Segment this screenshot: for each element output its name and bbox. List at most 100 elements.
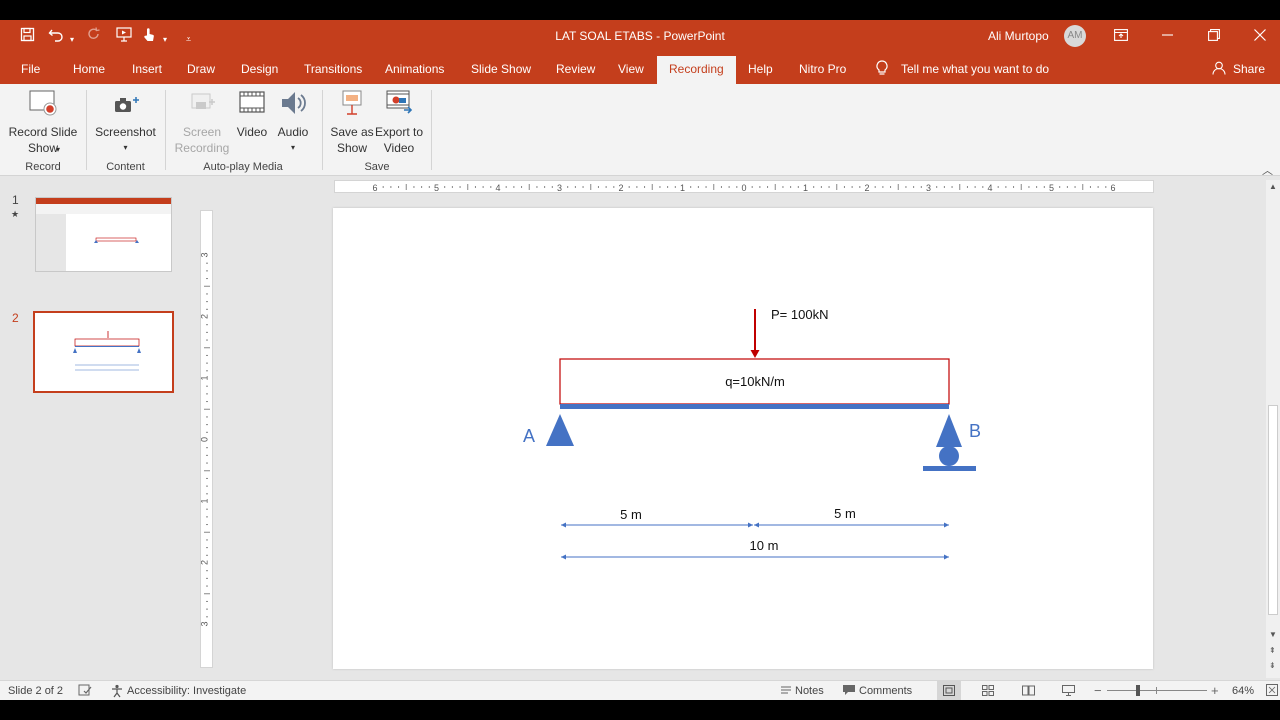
tab-review[interactable]: Review — [556, 62, 595, 76]
screen-recording-button[interactable]: Screen Recording — [172, 88, 232, 156]
accessibility-status[interactable]: Accessibility: Investigate — [127, 685, 246, 697]
share-button[interactable]: Share — [1233, 62, 1265, 76]
person-icon[interactable] — [1212, 61, 1226, 78]
user-name[interactable]: Ali Murtopo — [988, 29, 1049, 43]
scroll-down-icon[interactable]: ▼ — [1269, 630, 1277, 639]
video-button[interactable]: Video — [234, 88, 270, 140]
ruler-label: 0 — [741, 183, 746, 193]
ruler-tick — [206, 508, 208, 510]
tab-insert[interactable]: Insert — [132, 62, 162, 76]
ribbon-display-options-icon[interactable] — [1114, 28, 1128, 44]
ruler-tick — [206, 577, 208, 579]
slide-sorter-icon[interactable] — [982, 685, 994, 699]
tab-home[interactable]: Home — [73, 62, 105, 76]
tab-animations[interactable]: Animations — [385, 62, 444, 76]
ruler-tick — [382, 186, 384, 188]
tab-transitions[interactable]: Transitions — [304, 62, 362, 76]
tab-slide-show[interactable]: Slide Show — [471, 62, 531, 76]
ruler-tick — [651, 184, 653, 190]
ruler-tick — [428, 186, 430, 188]
avatar[interactable]: AM — [1064, 25, 1086, 47]
previous-slide-icon[interactable]: ⇞ — [1269, 646, 1276, 655]
ruler-tick — [843, 186, 845, 188]
next-slide-icon[interactable]: ⇟ — [1269, 661, 1276, 670]
ruler-label: 3 — [557, 183, 562, 193]
tab-nitro-pro[interactable]: Nitro Pro — [799, 62, 846, 76]
ruler-tick — [206, 485, 208, 487]
slide-canvas[interactable]: P= 100kN q=10kN/m A B 5 m 5 m 10 m — [333, 208, 1153, 669]
notes-button[interactable]: Notes — [795, 685, 824, 697]
zoom-in-button[interactable]: + — [1211, 683, 1219, 698]
ruler-label: 6 — [372, 183, 377, 193]
ruler-label: 3 — [926, 183, 931, 193]
tab-help[interactable]: Help — [748, 62, 773, 76]
ruler-tick — [790, 186, 792, 188]
vertical-scrollbar[interactable]: ▲ ▼ ⇞ ⇟ — [1266, 180, 1280, 678]
notes-icon[interactable] — [780, 684, 792, 699]
zoom-out-button[interactable]: − — [1094, 683, 1102, 698]
restore-icon[interactable] — [1208, 28, 1220, 44]
ruler-tick — [536, 186, 538, 188]
minimize-icon[interactable] — [1162, 28, 1173, 44]
tell-me-search[interactable]: Tell me what you want to do — [901, 62, 1049, 76]
ruler-tick — [997, 186, 999, 188]
ruler-tick — [697, 186, 699, 188]
zoom-slider-thumb[interactable] — [1136, 685, 1140, 696]
tab-draw[interactable]: Draw — [187, 62, 215, 76]
ruler-tick — [1082, 184, 1084, 190]
zoom-level[interactable]: 64% — [1232, 685, 1254, 697]
close-icon[interactable] — [1254, 28, 1266, 44]
slide-thumbnail-1[interactable] — [35, 197, 172, 272]
slide-2-preview — [35, 313, 172, 391]
ruler-tick — [820, 186, 822, 188]
horizontal-ruler[interactable]: 6 5 4 3 2 1 0 1 2 3 4 5 6 — [334, 180, 1154, 193]
ruler-tick — [1005, 186, 1007, 188]
roller-circle — [939, 446, 959, 466]
tab-design[interactable]: Design — [241, 62, 278, 76]
reading-view-icon[interactable] — [1022, 685, 1035, 699]
group-separator — [86, 90, 87, 170]
dimension-right-label: 5 m — [834, 506, 856, 521]
point-load-arrowhead — [750, 350, 760, 358]
save-as-show-button[interactable]: Save as Show — [330, 88, 374, 156]
ruler-tick — [905, 186, 907, 188]
tab-file[interactable]: File — [21, 62, 40, 76]
screenshot-button[interactable]: Screenshot ▾ — [93, 88, 158, 156]
slide-thumbnails-pane: 1 ★ 2 — [0, 177, 195, 677]
record-slide-show-button[interactable]: Record Slide Show ▾ — [8, 88, 78, 156]
title-bar: ▾ ▾ ⩡ LAT SOAL ETABS - PowerPoint Ali Mu… — [0, 20, 1280, 52]
ruler-tick — [736, 186, 738, 188]
tab-recording[interactable]: Recording — [657, 56, 736, 84]
ruler-tick — [505, 186, 507, 188]
lightbulb-icon[interactable] — [876, 60, 888, 76]
ruler-tick — [206, 308, 208, 310]
ruler-label: 2 — [201, 314, 210, 319]
ruler-label: 3 — [201, 252, 210, 257]
slide-thumbnail-2[interactable] — [33, 311, 174, 393]
accessibility-icon[interactable] — [110, 684, 124, 700]
scroll-up-icon[interactable]: ▲ — [1269, 182, 1277, 191]
animation-star-icon: ★ — [11, 209, 20, 219]
fit-slide-icon[interactable] — [1266, 684, 1278, 699]
ruler-tick — [204, 531, 210, 533]
camera-icon — [114, 97, 139, 112]
zoom-slider[interactable] — [1107, 690, 1207, 691]
vertical-ruler[interactable]: 3 2 1 0 1 2 3 — [200, 210, 213, 668]
ruler-tick — [206, 354, 208, 356]
beam-diagram: P= 100kN q=10kN/m A B 5 m 5 m 10 m — [523, 307, 981, 560]
scrollbar-thumb[interactable] — [1268, 405, 1278, 615]
ruler-tick — [206, 270, 208, 272]
ruler-tick — [959, 184, 961, 190]
ruler-tick — [1074, 186, 1076, 188]
comments-button[interactable]: Comments — [859, 685, 912, 697]
comments-icon[interactable] — [842, 684, 856, 699]
ruler-label: 4 — [987, 183, 992, 193]
ruler-tick — [206, 477, 208, 479]
tab-view[interactable]: View — [618, 62, 644, 76]
ruler-tick — [206, 301, 208, 303]
slide-show-icon[interactable] — [1062, 685, 1075, 699]
export-to-video-button[interactable]: Export to Video — [374, 88, 424, 156]
collapse-ribbon-icon[interactable]: ︿ — [1262, 162, 1273, 178]
audio-button[interactable]: Audio ▾ — [276, 88, 310, 156]
spell-check-icon[interactable] — [78, 684, 92, 699]
